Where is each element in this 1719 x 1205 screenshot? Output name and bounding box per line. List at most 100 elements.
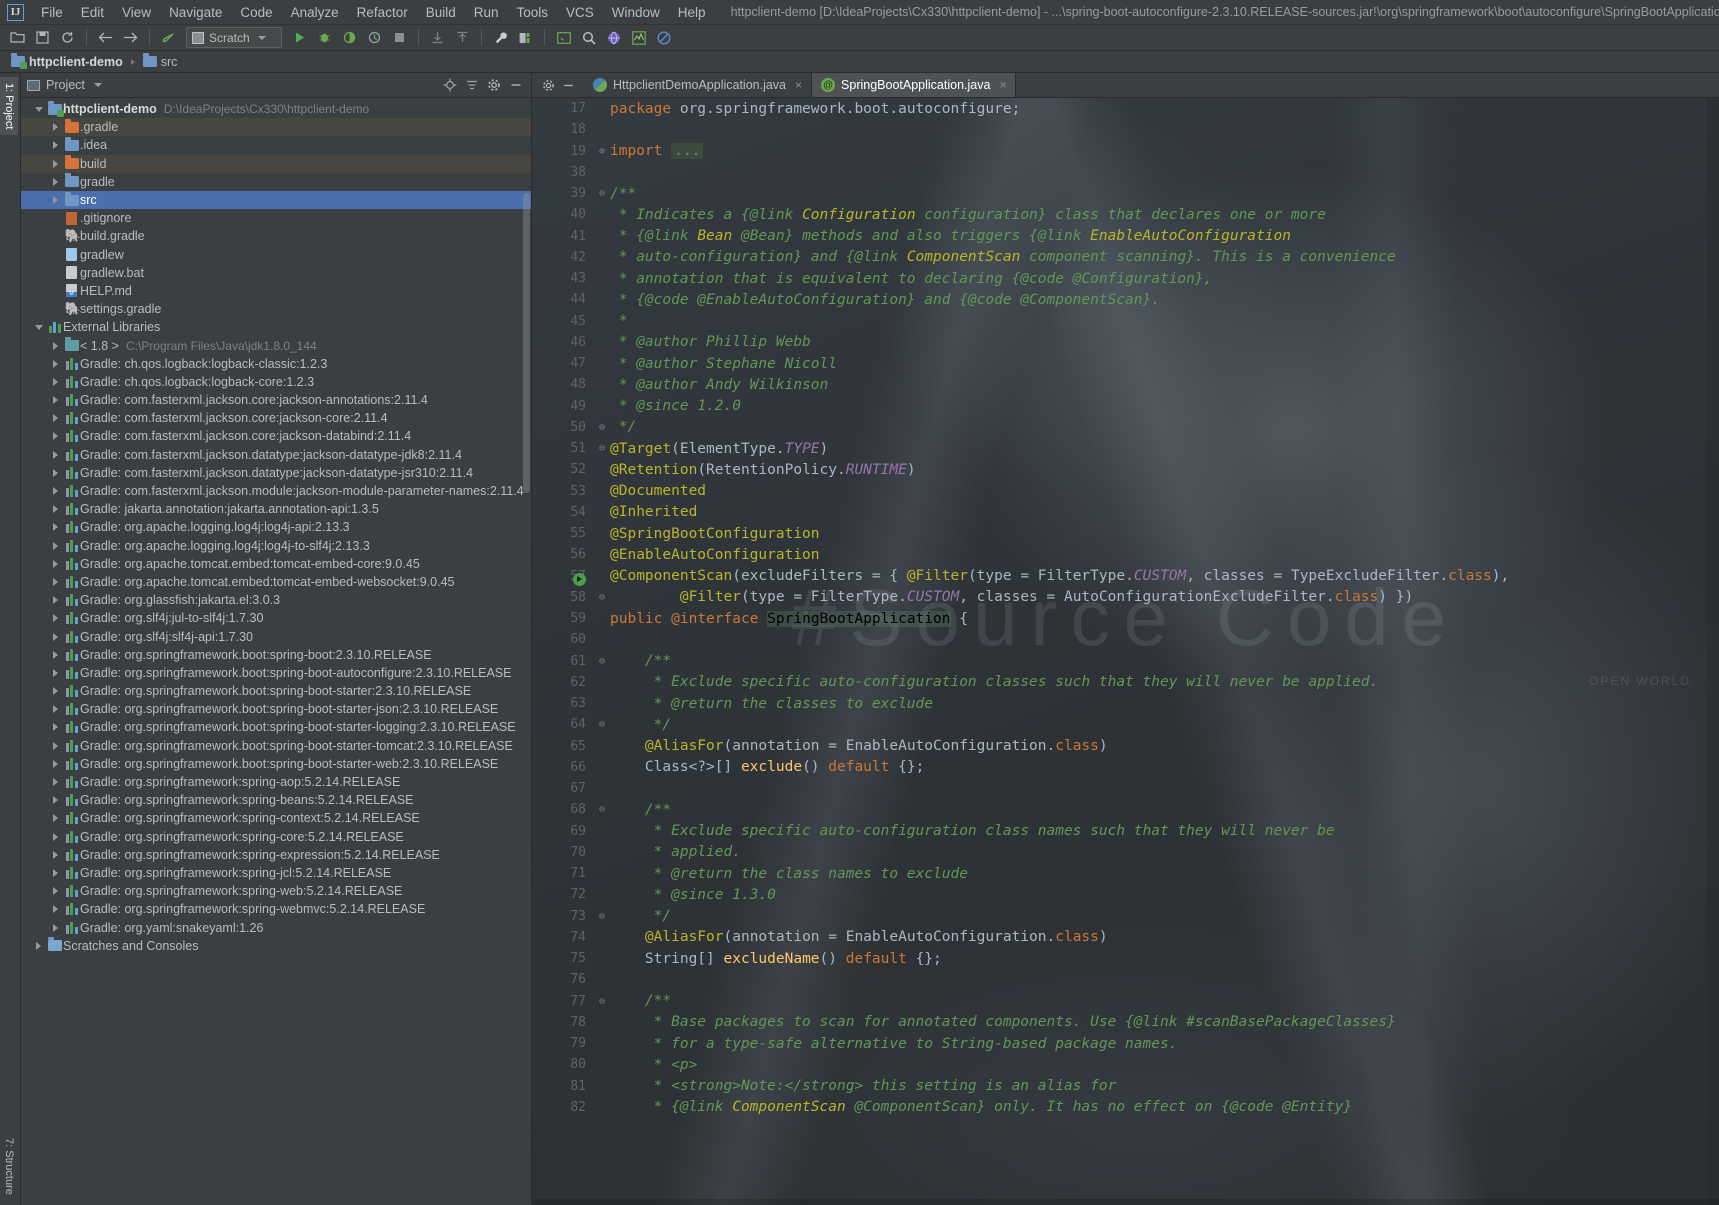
chevron-right-icon[interactable] [48, 850, 63, 859]
rail-tab-project[interactable]: 1: Project [0, 77, 18, 136]
code-line[interactable]: 56 @EnableAutoConfiguration [532, 544, 1719, 565]
tree-row[interactable]: .idea [21, 136, 531, 154]
tree-row[interactable]: Gradle: org.glassfish:jakarta.el:3.0.3 [21, 591, 531, 609]
chevron-right-icon[interactable] [48, 450, 63, 459]
project-structure-icon[interactable] [514, 27, 537, 48]
fold-collapse-icon[interactable]: ⊖ [594, 587, 610, 608]
tree-row[interactable]: Gradle: com.fasterxml.jackson.datatype:j… [21, 464, 531, 482]
update-project-icon[interactable] [426, 27, 449, 48]
tree-row[interactable]: Gradle: org.apache.tomcat.embed:tomcat-e… [21, 555, 531, 573]
plugin-grid-icon[interactable] [627, 27, 650, 48]
code-line[interactable]: 59 public @interface SpringBootApplicatio… [532, 608, 1719, 629]
tree-row[interactable]: Gradle: org.springframework.boot:spring-… [21, 700, 531, 718]
code-line[interactable]: 46 * @author Phillip Webb [532, 332, 1719, 353]
chevron-right-icon[interactable] [31, 941, 46, 950]
code-line[interactable]: 70 * applied. [532, 842, 1719, 863]
menu-item-code[interactable]: Code [231, 2, 281, 23]
menu-item-build[interactable]: Build [417, 2, 465, 23]
tree-row[interactable]: Gradle: org.slf4j:slf4j-api:1.7.30 [21, 627, 531, 645]
code-line[interactable]: 67 [532, 778, 1719, 799]
chevron-right-icon[interactable] [48, 905, 63, 914]
code-line[interactable]: 41 * {@link Bean @Bean} methods and also… [532, 226, 1719, 247]
tree-row[interactable]: Gradle: org.springframework:spring-beans… [21, 791, 531, 809]
menu-item-analyze[interactable]: Analyze [282, 2, 348, 23]
code-line[interactable]: 54 @Inherited [532, 502, 1719, 523]
open-icon[interactable] [6, 27, 29, 48]
chevron-right-icon[interactable] [48, 196, 63, 205]
tree-row[interactable]: External Libraries [21, 318, 531, 336]
tree-row[interactable]: 🐘 settings.gradle [21, 300, 531, 318]
chevron-right-icon[interactable] [48, 705, 63, 714]
tree-row[interactable]: Gradle: org.yaml:snakeyaml:1.26 [21, 918, 531, 936]
editor-tab[interactable]: SpringBootApplication.java × [812, 73, 1017, 97]
code-line[interactable]: 18 [532, 119, 1719, 140]
code-line[interactable]: 39 ⊖/** [532, 183, 1719, 204]
chevron-down-icon[interactable] [31, 324, 46, 330]
chevron-right-icon[interactable] [48, 723, 63, 732]
code-line[interactable]: 68 ⊖ /** [532, 799, 1719, 820]
tree-row[interactable]: Gradle: org.springframework:spring-jcl:5… [21, 864, 531, 882]
chevron-down-icon[interactable] [31, 106, 46, 112]
tree-row[interactable]: src [21, 190, 531, 210]
code-line[interactable]: 77 ⊖ /** [532, 991, 1719, 1012]
fold-collapse-icon[interactable]: ⊖ [594, 906, 610, 927]
run-with-coverage-icon[interactable] [338, 27, 361, 48]
tree-row[interactable]: Gradle: org.springframework.boot:spring-… [21, 646, 531, 664]
chevron-right-icon[interactable] [48, 123, 63, 132]
tree-row[interactable]: Gradle: org.springframework.boot:spring-… [21, 755, 531, 773]
tree-row[interactable]: .gradle [21, 118, 531, 137]
tree-row[interactable]: Gradle: org.springframework:spring-aop:5… [21, 773, 531, 791]
chevron-right-icon[interactable] [48, 377, 63, 386]
locate-icon[interactable] [440, 76, 459, 95]
chevron-right-icon[interactable] [48, 778, 63, 787]
tree-row[interactable]: Gradle: org.springframework:spring-web:5… [21, 882, 531, 900]
settings-gear-icon[interactable] [539, 76, 557, 94]
chevron-right-icon[interactable] [48, 359, 63, 368]
menu-item-help[interactable]: Help [669, 2, 715, 23]
code-line[interactable]: 78 * Base packages to scan for annotated… [532, 1012, 1719, 1033]
collapse-all-icon[interactable] [462, 76, 481, 95]
code-line[interactable]: 63 * @return the classes to exclude [532, 693, 1719, 714]
chevron-right-icon[interactable] [48, 468, 63, 477]
code-line[interactable]: 47 * @author Stephane Nicoll [532, 353, 1719, 374]
chevron-right-icon[interactable] [48, 614, 63, 623]
menu-item-window[interactable]: Window [603, 2, 669, 23]
chevron-right-icon[interactable] [48, 559, 63, 568]
menu-item-file[interactable]: File [32, 2, 72, 23]
settings-gear-icon[interactable] [484, 76, 503, 95]
code-line[interactable]: 74 @AliasFor(annotation = EnableAutoConf… [532, 927, 1719, 948]
code-line[interactable]: 82 * {@link ComponentScan @ComponentScan… [532, 1097, 1719, 1118]
web-globe-icon[interactable] [602, 27, 625, 48]
tree-row[interactable]: Gradle: org.apache.logging.log4j:log4j-t… [21, 537, 531, 555]
code-line[interactable]: 69 * Exclude specific auto-configuration… [532, 821, 1719, 842]
chevron-right-icon[interactable] [48, 414, 63, 423]
close-icon[interactable]: × [999, 78, 1006, 92]
chevron-right-icon[interactable] [48, 596, 63, 605]
fold-collapse-icon[interactable]: ⊖ [594, 183, 610, 204]
tree-row[interactable]: gradlew [21, 246, 531, 264]
project-panel-title[interactable]: Project [27, 78, 102, 92]
chevron-right-icon[interactable] [48, 796, 63, 805]
menu-item-run[interactable]: Run [465, 2, 508, 23]
code-line[interactable]: 44 * {@code @EnableAutoConfiguration} an… [532, 289, 1719, 310]
code-line[interactable]: 60 [532, 629, 1719, 650]
code-line[interactable]: 52 @Retention(RetentionPolicy.RUNTIME) [532, 459, 1719, 480]
fold-collapse-icon[interactable]: ⊖ [594, 991, 610, 1012]
code-line[interactable]: 57 @ComponentScan(excludeFilters = { @Fil… [532, 566, 1719, 587]
tree-row[interactable]: gradle [21, 173, 531, 191]
run-gutter-icon[interactable] [573, 572, 586, 586]
fold-collapse-icon[interactable]: ⊖ [594, 438, 610, 459]
code-line[interactable]: 80 * <p> [532, 1054, 1719, 1075]
chevron-right-icon[interactable] [48, 432, 63, 441]
tree-row[interactable]: Gradle: org.springframework:spring-core:… [21, 828, 531, 846]
chevron-right-icon[interactable] [48, 505, 63, 514]
tree-row[interactable]: Scratches and Consoles [21, 937, 531, 955]
fold-collapse-icon[interactable]: ⊖ [594, 714, 610, 735]
menu-item-refactor[interactable]: Refactor [348, 2, 417, 23]
tree-row[interactable]: Gradle: org.springframework.boot:spring-… [21, 664, 531, 682]
chevron-right-icon[interactable] [48, 487, 63, 496]
code-line[interactable]: 43 * annotation that is equivalent to de… [532, 268, 1719, 289]
chevron-right-icon[interactable] [48, 887, 63, 896]
code-line[interactable]: 66 Class<?>[] exclude() default {}; [532, 757, 1719, 778]
menu-item-navigate[interactable]: Navigate [160, 2, 231, 23]
